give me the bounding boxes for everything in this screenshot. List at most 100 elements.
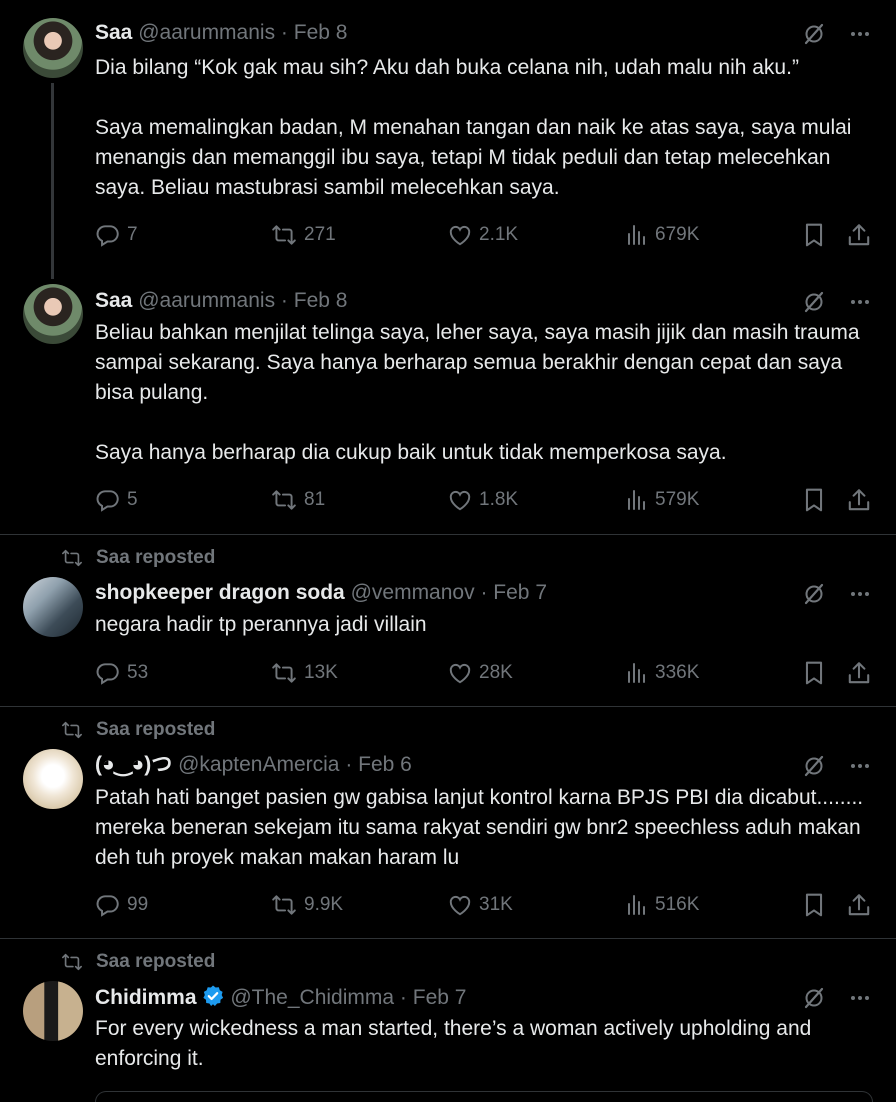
more-icon[interactable]: [848, 290, 872, 314]
author-handle[interactable]: @aarummanis: [138, 21, 275, 44]
repost-count: 271: [304, 224, 336, 245]
tweet[interactable]: Saa reposted shopkeeper dragon soda @vem…: [0, 535, 896, 705]
repost-count: 13K: [304, 662, 338, 683]
tweet-date[interactable]: Feb 7: [493, 581, 547, 604]
tweet-date[interactable]: Feb 8: [294, 289, 348, 312]
reply-icon: [95, 660, 121, 686]
avatar[interactable]: [23, 981, 83, 1041]
author-name[interactable]: shopkeeper dragon soda: [95, 581, 345, 604]
author-name[interactable]: Saa: [95, 21, 132, 44]
heart-icon: [447, 487, 473, 513]
reply-button[interactable]: 5: [95, 487, 138, 513]
repost-button[interactable]: 9.9K: [270, 892, 343, 918]
share-icon: [846, 660, 872, 686]
view-count: 579K: [655, 489, 700, 510]
more-icon[interactable]: [848, 22, 872, 46]
embedded-card-edge[interactable]: [95, 1091, 873, 1102]
views-button[interactable]: 516K: [625, 892, 699, 918]
view-count: 679K: [655, 224, 700, 245]
reply-button[interactable]: 99: [95, 892, 148, 918]
tweet-date[interactable]: Feb 7: [413, 986, 467, 1009]
like-count: 2.1K: [479, 224, 519, 245]
like-count: 1.8K: [479, 489, 519, 510]
share-button[interactable]: [846, 222, 872, 248]
bookmark-icon: [801, 487, 827, 513]
like-button[interactable]: 1.8K: [447, 487, 518, 513]
repost-indicator[interactable]: Saa reposted: [60, 951, 215, 973]
heart-icon: [447, 222, 473, 248]
like-button[interactable]: 2.1K: [447, 222, 518, 248]
repost-icon: [270, 487, 298, 513]
tweet[interactable]: Saa reposted Chidimma @The_Chidimma · Fe…: [0, 939, 896, 1102]
more-icon[interactable]: [848, 582, 872, 606]
bookmark-button[interactable]: [801, 660, 827, 686]
repost-icon: [270, 892, 298, 918]
grok-icon[interactable]: [802, 754, 826, 778]
author-handle[interactable]: @vemmanov: [351, 581, 475, 604]
heart-icon: [447, 892, 473, 918]
bookmark-button[interactable]: [801, 487, 827, 513]
like-count: 28K: [479, 662, 513, 683]
tweet-text: Beliau bahkan menjilat telinga saya, leh…: [95, 321, 860, 464]
grok-icon[interactable]: [802, 22, 826, 46]
avatar[interactable]: [23, 577, 83, 637]
tweet[interactable]: Saa reposted (◕‿◕)つ @kaptenAmercia · Feb…: [0, 707, 896, 938]
tweet[interactable]: Saa @aarummanis · Feb 8 Beliau bahkan me…: [0, 280, 896, 534]
repost-icon: [60, 719, 84, 741]
share-icon: [846, 892, 872, 918]
tweet[interactable]: Saa @aarummanis · Feb 8 Dia bilang “Kok …: [0, 0, 896, 280]
repost-button[interactable]: 271: [270, 222, 336, 248]
repost-icon: [60, 951, 84, 973]
bookmark-icon: [801, 892, 827, 918]
tweet-date[interactable]: Feb 8: [294, 21, 348, 44]
repost-button[interactable]: 13K: [270, 660, 338, 686]
views-icon: [625, 487, 649, 513]
like-button[interactable]: 28K: [447, 660, 513, 686]
reply-button[interactable]: 53: [95, 660, 148, 686]
views-button[interactable]: 336K: [625, 660, 699, 686]
repost-indicator[interactable]: Saa reposted: [60, 719, 215, 741]
author-handle[interactable]: @kaptenAmercia: [178, 753, 339, 776]
more-icon[interactable]: [848, 986, 872, 1010]
like-count: 31K: [479, 894, 513, 915]
repost-button[interactable]: 81: [270, 487, 325, 513]
avatar[interactable]: [23, 284, 83, 344]
like-button[interactable]: 31K: [447, 892, 513, 918]
repost-count: 9.9K: [304, 894, 344, 915]
share-button[interactable]: [846, 487, 872, 513]
author-name[interactable]: (◕‿◕)つ: [95, 753, 172, 776]
share-button[interactable]: [846, 660, 872, 686]
bookmark-button[interactable]: [801, 892, 827, 918]
repost-count: 81: [304, 489, 326, 510]
verified-badge-icon: [201, 984, 225, 1008]
author-handle[interactable]: @The_Chidimma: [230, 986, 394, 1009]
reposted-by: Saa reposted: [96, 547, 216, 568]
author-handle[interactable]: @aarummanis: [138, 289, 275, 312]
repost-indicator[interactable]: Saa reposted: [60, 547, 215, 569]
views-button[interactable]: 679K: [625, 222, 699, 248]
views-button[interactable]: 579K: [625, 487, 699, 513]
author-name[interactable]: Chidimma: [95, 986, 197, 1009]
avatar[interactable]: [23, 749, 83, 809]
reposted-by: Saa reposted: [96, 719, 216, 740]
views-icon: [625, 222, 649, 248]
reply-count: 7: [127, 224, 138, 245]
author-name[interactable]: Saa: [95, 289, 132, 312]
reply-count: 53: [127, 662, 149, 683]
grok-icon[interactable]: [802, 582, 826, 606]
heart-icon: [447, 660, 473, 686]
more-icon[interactable]: [848, 754, 872, 778]
avatar[interactable]: [23, 18, 83, 78]
tweet-date[interactable]: Feb 6: [358, 753, 412, 776]
reply-icon: [95, 222, 121, 248]
grok-icon[interactable]: [802, 986, 826, 1010]
reply-icon: [95, 487, 121, 513]
repost-icon: [60, 547, 84, 569]
share-icon: [846, 222, 872, 248]
bookmark-button[interactable]: [801, 222, 827, 248]
share-button[interactable]: [846, 892, 872, 918]
view-count: 516K: [655, 894, 700, 915]
reply-button[interactable]: 7: [95, 222, 138, 248]
repost-icon: [270, 660, 298, 686]
grok-icon[interactable]: [802, 290, 826, 314]
